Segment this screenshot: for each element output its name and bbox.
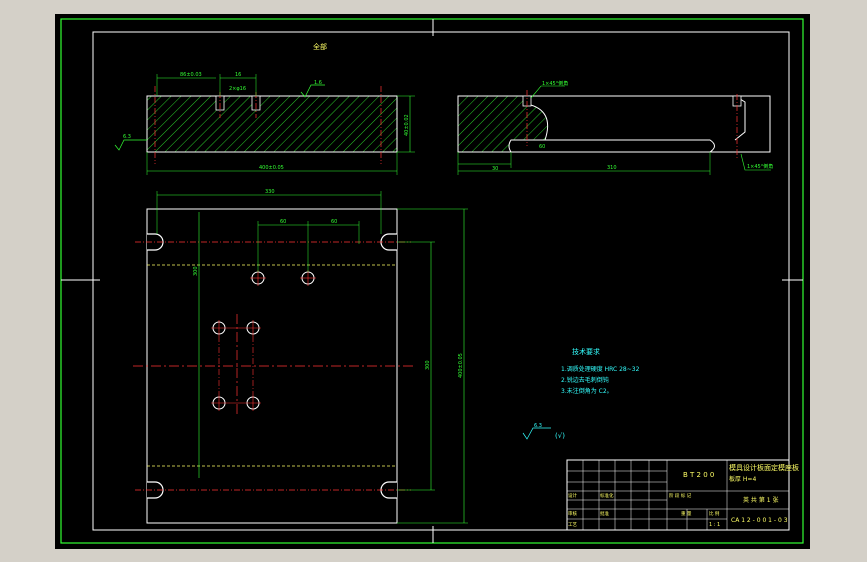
side-view[interactable]: 1×45°倒角 1×45°倒角 30 310 60 bbox=[457, 80, 773, 175]
roughness-symbol-top bbox=[300, 84, 325, 98]
roughness-side: 6.3 bbox=[123, 134, 131, 140]
notes-heading: 技术要求 bbox=[572, 347, 600, 356]
side-view-outline bbox=[511, 95, 771, 153]
title-drawing-no: B T 2 0 0 bbox=[683, 471, 714, 479]
technical-notes[interactable]: 技术要求 1.调质处理硬度 HRC 28~32 2.锐边去毛刺倒钝 3.未注倒角… bbox=[522, 347, 640, 440]
dim-hole-offset-1: 60 bbox=[280, 219, 286, 225]
title-row-approve: 批准 bbox=[600, 510, 609, 517]
title-weight-label: 重 量 bbox=[681, 510, 692, 517]
dim-hole-spacing: 16 bbox=[235, 72, 241, 78]
title-scale-value: 1 : 1 bbox=[709, 522, 720, 528]
roughness-top: 1.6 bbox=[314, 80, 322, 86]
title-code: CA 1 2 - 0 0 1 - 0 3 bbox=[731, 517, 788, 524]
note-2: 2.锐边去毛刺倒钝 bbox=[561, 376, 609, 384]
title-scale-label: 比 例 bbox=[709, 510, 720, 517]
plan-view[interactable]: 330 60 60 300 300 400±0.05 bbox=[133, 189, 468, 524]
dim-left-vertical: 300 bbox=[193, 266, 199, 276]
hole-center-marks bbox=[211, 270, 316, 411]
dim-hole-offset-2: 60 bbox=[331, 219, 337, 225]
roughness-symbol-side bbox=[114, 139, 147, 151]
dim-outer-vertical: 400±0.05 bbox=[458, 353, 464, 378]
cad-model-space[interactable]: 全部 86±0.03 16 2×φ16 1.6 6.3 40±0.02 400±… bbox=[55, 14, 810, 549]
roughness-symbol-general bbox=[522, 427, 551, 440]
title-row-process: 工艺 bbox=[568, 522, 577, 528]
dim-top-chamfer: 1×45°倒角 bbox=[542, 80, 568, 87]
dim-inner-vertical: 300 bbox=[425, 360, 431, 370]
dim-side-small: 60 bbox=[539, 144, 545, 150]
cad-drawing: 全部 86±0.03 16 2×φ16 1.6 6.3 40±0.02 400±… bbox=[60, 18, 804, 544]
side-view-section bbox=[457, 95, 549, 153]
dim-left-pos: 86±0.03 bbox=[180, 72, 202, 78]
title-row-design: 设计 bbox=[568, 492, 577, 499]
title-part-thickness: 板厚 H=4 bbox=[729, 475, 756, 483]
title-sheet-info: 英 共 第 1 张 bbox=[743, 496, 778, 504]
dim-hole-spec: 2×φ16 bbox=[229, 86, 246, 92]
front-view[interactable]: 86±0.03 16 2×φ16 1.6 6.3 40±0.02 400±0.0… bbox=[114, 72, 415, 175]
note-1: 1.调质处理硬度 HRC 28~32 bbox=[561, 365, 640, 373]
note-3: 3.未注倒角为 C2。 bbox=[561, 387, 613, 395]
roughness-general: 6.3 bbox=[534, 423, 542, 429]
roughness-mark: (√) bbox=[555, 432, 565, 440]
dim-height: 40±0.02 bbox=[404, 114, 410, 136]
dim-overall-top: 330 bbox=[265, 189, 275, 195]
dim-side-depth: 30 bbox=[492, 166, 498, 172]
title-stage-label: 阶 段 标 记 bbox=[669, 492, 692, 499]
top-note: 全部 bbox=[313, 42, 327, 51]
title-row-review: 审核 bbox=[568, 510, 577, 517]
title-part-name: 模具设计板面定模座板 bbox=[729, 463, 799, 472]
dim-width: 400±0.05 bbox=[259, 165, 284, 171]
title-row-standard: 标准化 bbox=[600, 492, 614, 499]
dim-bottom-chamfer: 1×45°倒角 bbox=[747, 163, 773, 170]
title-block[interactable]: B T 2 0 0 模具设计板面定模座板 板厚 H=4 英 共 第 1 张 CA… bbox=[566, 459, 799, 531]
front-view-section bbox=[146, 95, 398, 153]
dim-side-length: 310 bbox=[607, 165, 617, 171]
